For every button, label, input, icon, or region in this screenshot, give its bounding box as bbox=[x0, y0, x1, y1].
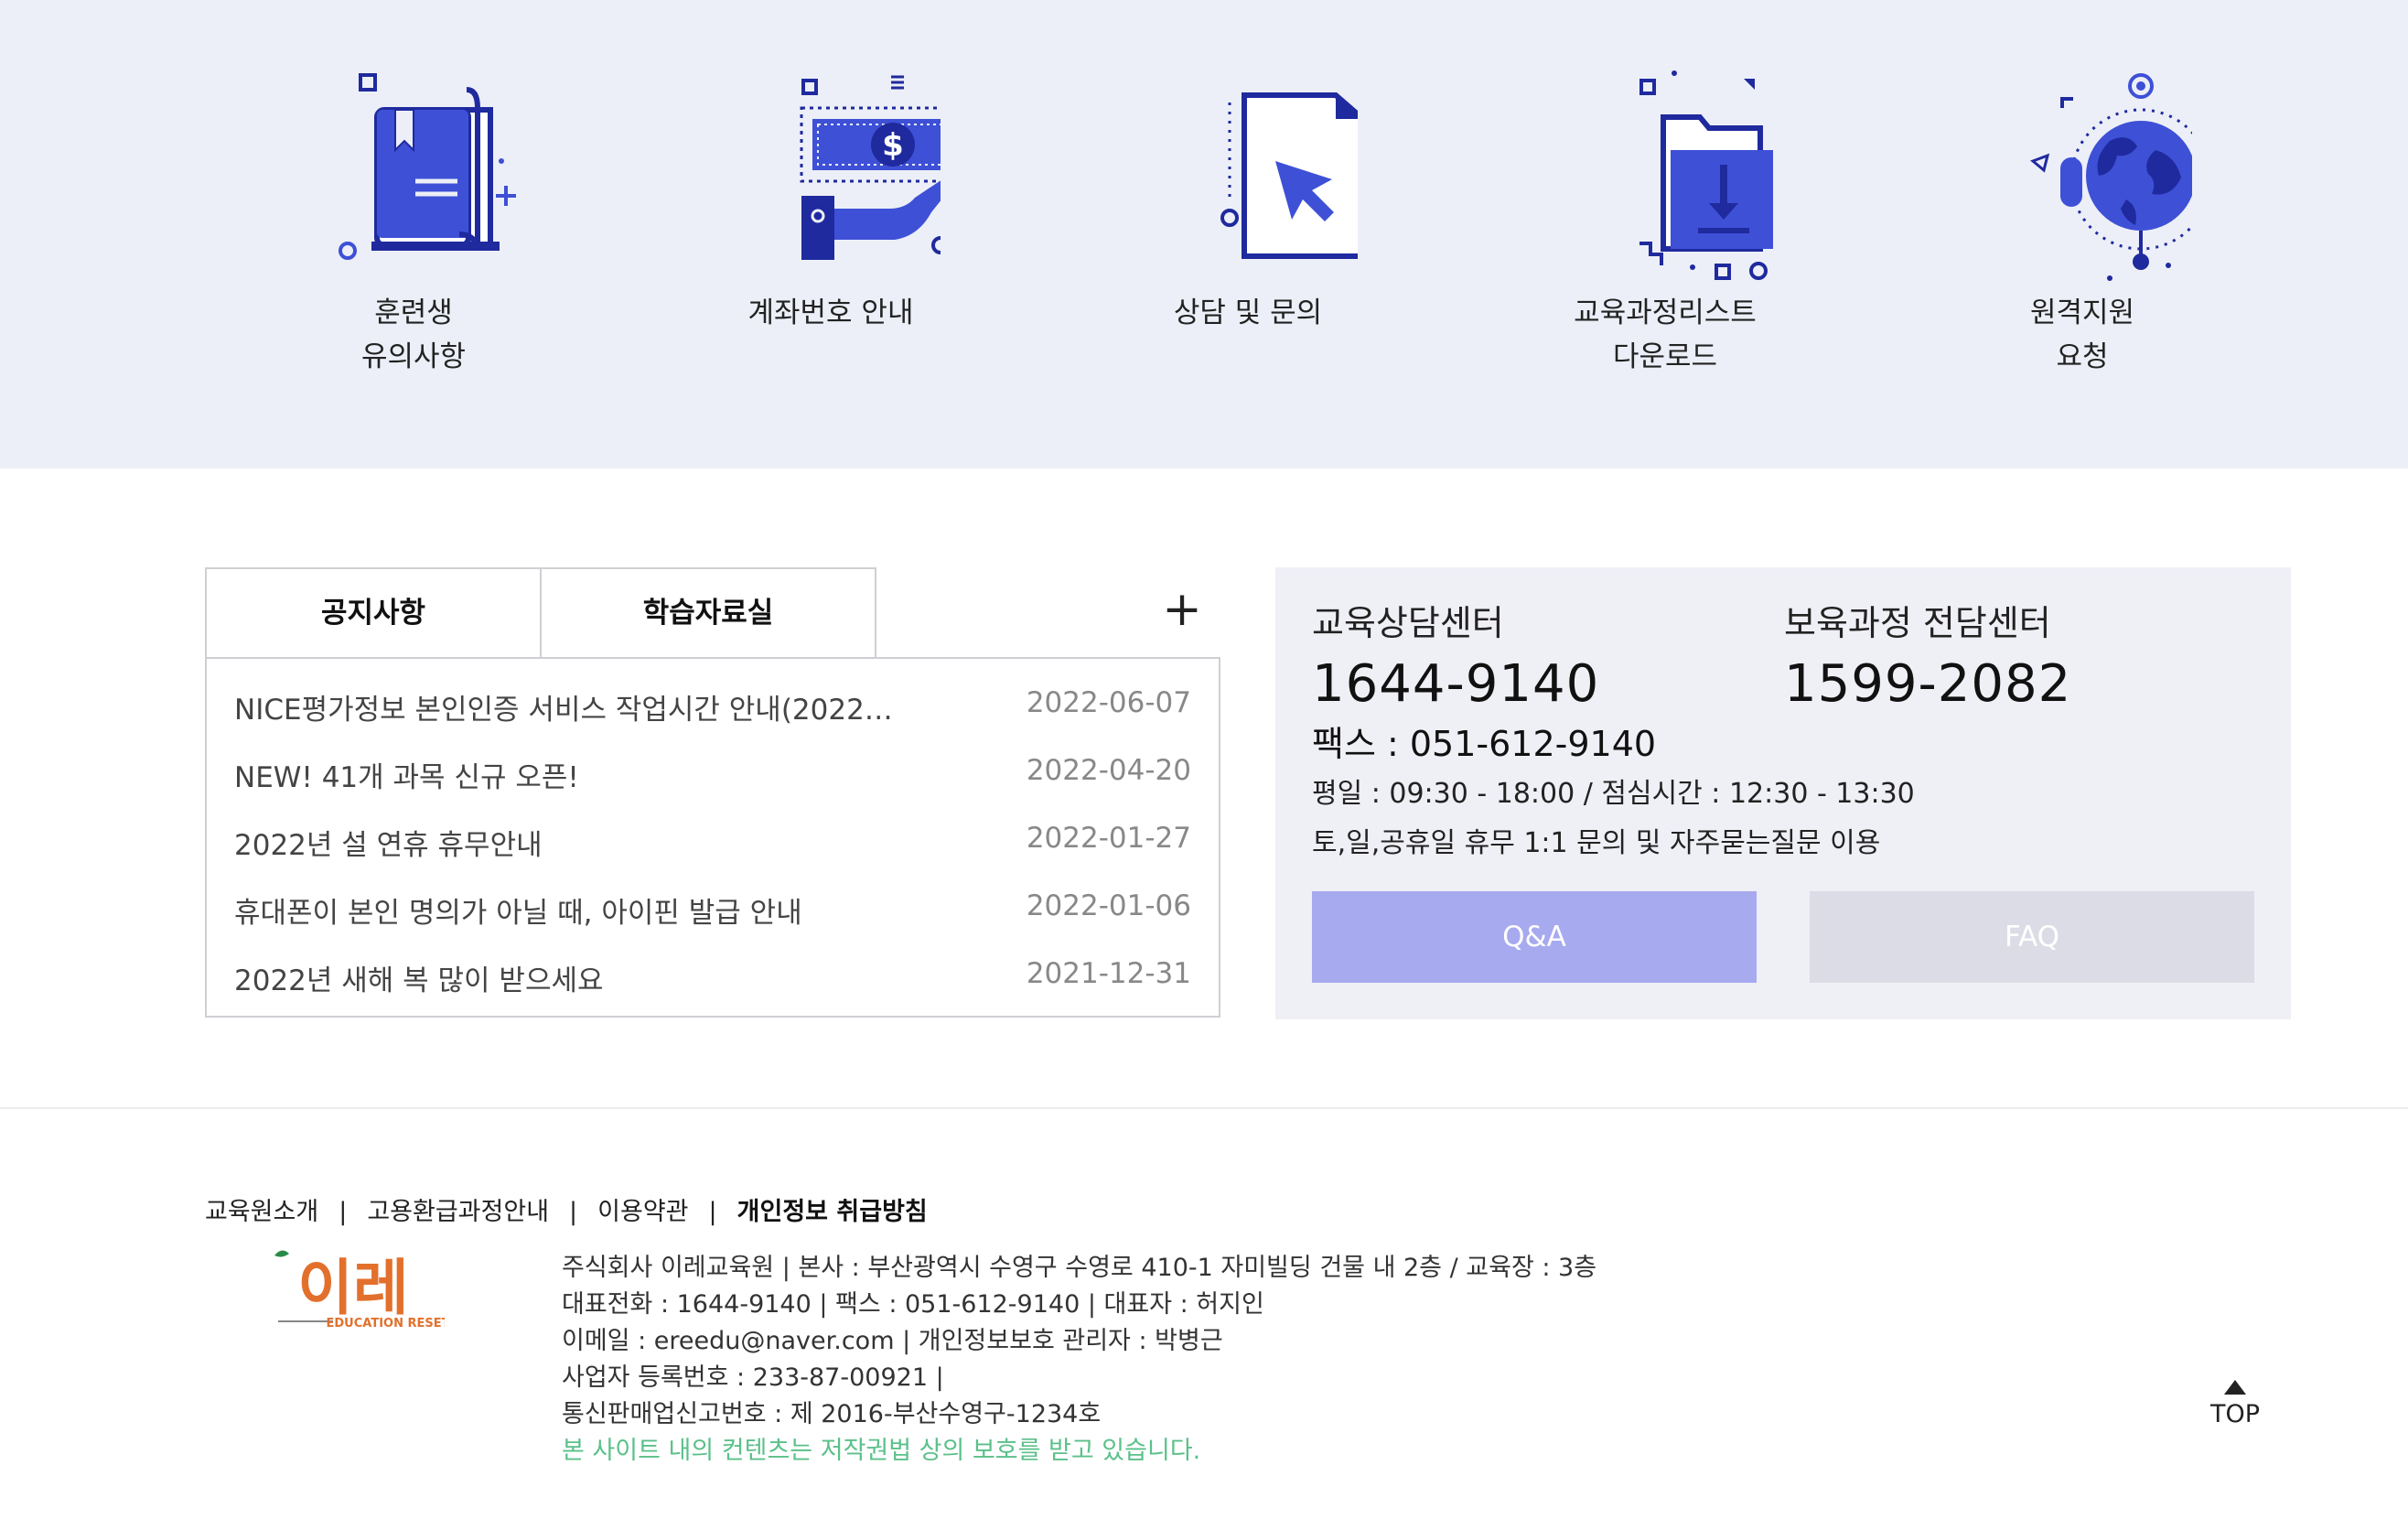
folder-download-icon bbox=[1639, 70, 1773, 280]
list-item[interactable]: 2022년 설 연휴 휴무안내 2022-01-27 bbox=[207, 809, 1219, 877]
money-hand-icon: $ bbox=[800, 75, 941, 260]
quick-menu-trainee-notice[interactable]: 훈련생 유의사항 bbox=[249, 62, 578, 379]
center-label: 교육상담센터 bbox=[1312, 603, 1504, 643]
list-item[interactable]: 2022년 새해 복 많이 받으세요 2021-12-31 bbox=[207, 944, 1219, 1012]
quick-menu-band: 훈련생 유의사항 $ 계좌번호 안내 상담 및 문의 교육과정리스트 다운로드 … bbox=[0, 0, 2408, 469]
notice-date: 2021-12-31 bbox=[1026, 957, 1191, 990]
notice-title[interactable]: 휴대폰이 본인 명의가 아닐 때, 아이핀 발급 안내 bbox=[234, 889, 902, 931]
copyright-notice: 본 사이트 내의 컨텐츠는 저작권법 상의 보호를 받고 있습니다. bbox=[562, 1437, 1201, 1465]
footer-separator: | bbox=[708, 1198, 717, 1226]
arrow-up-icon bbox=[2224, 1380, 2246, 1395]
notice-date: 2022-06-07 bbox=[1026, 686, 1191, 719]
quick-menu-course-download[interactable]: 교육과정리스트 다운로드 bbox=[1500, 62, 1830, 379]
education-center: 교육상담센터 1644-9140 bbox=[1312, 595, 1599, 714]
footer-links: 교육원소개 | 고용환급과정안내 | 이용약관 | 개인정보 취급방침 bbox=[205, 1191, 928, 1227]
footer-link-refund-course[interactable]: 고용환급과정안내 bbox=[367, 1198, 549, 1226]
tab-notice[interactable]: 공지사항 bbox=[205, 567, 542, 659]
list-item[interactable]: 휴대폰이 본인 명의가 아닐 때, 아이핀 발급 안내 2022-01-06 bbox=[207, 877, 1219, 944]
globe-pin-icon bbox=[2030, 73, 2192, 281]
document-cursor-icon bbox=[1220, 92, 1358, 259]
qa-button[interactable]: Q&A bbox=[1312, 891, 1757, 983]
footer-link-privacy[interactable]: 개인정보 취급방침 bbox=[737, 1198, 928, 1226]
logo-icon: 이레 EDUCATION RESET bbox=[274, 1250, 450, 1330]
quick-menu-label: 상담 및 문의 bbox=[1173, 296, 1323, 329]
svg-text:이레: 이레 bbox=[297, 1253, 408, 1323]
footer-separator: | bbox=[569, 1198, 578, 1226]
more-button[interactable]: + bbox=[1156, 586, 1208, 637]
footer-separator: | bbox=[339, 1198, 348, 1226]
notice-date: 2022-01-06 bbox=[1026, 889, 1191, 922]
footer-link-terms[interactable]: 이용약관 bbox=[597, 1198, 688, 1226]
scroll-top-button[interactable]: TOP bbox=[2205, 1380, 2265, 1428]
quick-menu-label: 교육과정리스트 다운로드 bbox=[1574, 296, 1757, 373]
info-line: 대표전화 : 1644-9140 | 팩스 : 051-612-9140 | 대… bbox=[562, 1290, 1264, 1319]
info-line: 사업자 등록번호 : 233-87-00921 | bbox=[562, 1363, 944, 1392]
notice-title[interactable]: 2022년 설 연휴 휴무안내 bbox=[234, 822, 902, 863]
book-icon bbox=[339, 73, 516, 260]
notice-title[interactable]: 2022년 새해 복 많이 받으세요 bbox=[234, 957, 902, 998]
fax-number: 팩스 : 051-612-9140 bbox=[1312, 724, 1657, 764]
notice-tabs: 공지사항 학습자료실 + bbox=[205, 567, 1220, 659]
notice-date: 2022-04-20 bbox=[1026, 754, 1191, 787]
company-info: 주식회사 이레교육원 | 본사 : 부산광역시 수영구 수영로 410-1 자미… bbox=[562, 1250, 1596, 1470]
list-item[interactable]: NICE평가정보 본인인증 서비스 작업시간 안내(2022… 2022-06-… bbox=[207, 673, 1219, 741]
info-line: 이메일 : ereedu@naver.com | 개인정보보호 관리자 : 박병… bbox=[562, 1327, 1223, 1355]
quick-menu-label: 원격지원 요청 bbox=[2029, 296, 2135, 373]
center-label: 보육과정 전담센터 bbox=[1784, 603, 2051, 643]
notice-title[interactable]: NEW! 41개 과목 신규 오픈! bbox=[234, 754, 902, 795]
footer-divider bbox=[0, 1107, 2408, 1109]
quick-menu-label: 훈련생 유의사항 bbox=[360, 296, 467, 373]
company-logo[interactable]: 이레 EDUCATION RESET bbox=[262, 1244, 450, 1345]
top-label: TOP bbox=[2209, 1400, 2261, 1428]
notice-title[interactable]: NICE평가정보 본인인증 서비스 작업시간 안내(2022… bbox=[234, 686, 902, 727]
notice-list: NICE평가정보 본인인증 서비스 작업시간 안내(2022… 2022-06-… bbox=[205, 657, 1220, 1018]
childcare-center: 보육과정 전담센터 1599-2082 bbox=[1784, 595, 2071, 714]
center-phone-number: 1644-9140 bbox=[1312, 654, 1600, 714]
quick-menu-consult[interactable]: 상담 및 문의 bbox=[1083, 62, 1413, 335]
holiday-notice: 토,일,공휴일 휴무 1:1 문의 및 자주묻는질문 이용 bbox=[1312, 827, 1881, 859]
quick-menu-label: 계좌번호 안내 bbox=[747, 296, 914, 329]
svg-text:EDUCATION RESET: EDUCATION RESET bbox=[327, 1317, 445, 1330]
footer-link-about[interactable]: 교육원소개 bbox=[205, 1198, 318, 1226]
contact-panel: 교육상담센터 1644-9140 보육과정 전담센터 1599-2082 팩스 … bbox=[1275, 567, 2291, 1019]
faq-button[interactable]: FAQ bbox=[1810, 891, 2254, 983]
list-item[interactable]: NEW! 41개 과목 신규 오픈! 2022-04-20 bbox=[207, 741, 1219, 809]
svg-text:$: $ bbox=[882, 127, 904, 164]
notice-date: 2022-01-27 bbox=[1026, 822, 1191, 855]
info-line: 주식회사 이레교육원 | 본사 : 부산광역시 수영구 수영로 410-1 자미… bbox=[562, 1254, 1597, 1282]
quick-menu-account-info[interactable]: $ 계좌번호 안내 bbox=[666, 62, 995, 335]
business-hours: 평일 : 09:30 - 18:00 / 점심시간 : 12:30 - 13:3… bbox=[1312, 778, 1915, 810]
info-line: 통신판매업신고번호 : 제 2016-부산수영구-1234호 bbox=[562, 1400, 1102, 1428]
tab-learning-materials[interactable]: 학습자료실 bbox=[540, 567, 876, 659]
center-phone-number: 1599-2082 bbox=[1784, 654, 2072, 714]
quick-menu-remote-support[interactable]: 원격지원 요청 bbox=[1918, 62, 2247, 379]
